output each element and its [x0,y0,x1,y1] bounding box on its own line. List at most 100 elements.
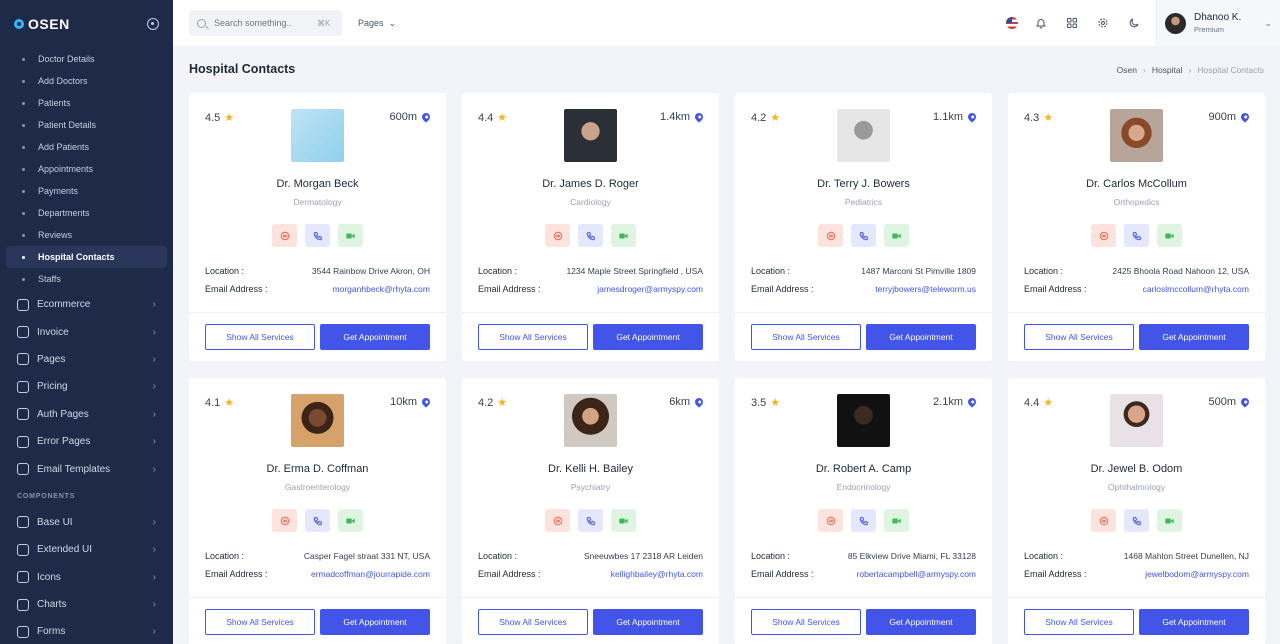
sidebar-item-icons[interactable]: Icons › [0,564,173,591]
sidebar-item-email-templates[interactable]: Email Templates › [0,455,173,482]
get-appointment-button[interactable]: Get Appointment [866,324,976,350]
message-button[interactable] [272,224,297,247]
show-all-services-button[interactable]: Show All Services [1024,324,1134,350]
sidebar-item-charts[interactable]: Charts › [0,591,173,618]
get-appointment-button[interactable]: Get Appointment [866,609,976,635]
sidebar-subitem-appointments[interactable]: Appointments [6,158,167,180]
sidebar-item-pricing[interactable]: Pricing › [0,373,173,400]
sidebar-subitem-hospital-contacts[interactable]: Hospital Contacts [6,246,167,268]
user-menu[interactable]: Dhanoo K. Premium ⌄ [1156,0,1280,46]
user-role: Premium [1194,25,1225,34]
call-button[interactable] [1124,224,1149,247]
star-icon: ★ [1043,397,1054,409]
video-call-button[interactable] [611,224,636,247]
show-all-services-button[interactable]: Show All Services [478,324,588,350]
message-button[interactable] [545,509,570,532]
rating-value: 4.4 [478,111,494,124]
email-link[interactable]: robertacampbell@armyspy.com [857,569,976,579]
get-appointment-button[interactable]: Get Appointment [1139,324,1249,350]
message-button[interactable] [272,509,297,532]
sidebar-item-base-ui[interactable]: Base UI › [0,509,173,536]
show-all-services-button[interactable]: Show All Services [478,609,588,635]
video-call-button[interactable] [1157,224,1182,247]
sidebar-toggle-icon[interactable] [147,18,159,30]
pages-dropdown[interactable]: Pages ⌄ [358,18,396,29]
call-button[interactable] [1124,509,1149,532]
sidebar-subitem-add-patients[interactable]: Add Patients [6,136,167,158]
distance-value: 2.1km [933,396,963,408]
sidebar-subitem-staffs[interactable]: Staffs [6,268,167,290]
call-button[interactable] [305,509,330,532]
video-call-button[interactable] [338,224,363,247]
show-all-services-button[interactable]: Show All Services [205,324,315,350]
apps-grid-icon[interactable] [1063,15,1080,32]
get-appointment-button[interactable]: Get Appointment [1139,609,1249,635]
show-all-services-button[interactable]: Show All Services [751,609,861,635]
sidebar-item-extended-ui[interactable]: Extended UI › [0,536,173,563]
video-call-button[interactable] [611,509,636,532]
chevron-right-icon: › [152,299,156,311]
sidebar-item-invoice[interactable]: Invoice › [0,318,173,345]
breadcrumb-item-hospital[interactable]: Hospital [1152,65,1183,75]
chevron-right-icon: › [152,516,156,528]
breadcrumb-item-osen[interactable]: Osen [1117,65,1137,75]
video-call-button[interactable] [1157,509,1182,532]
call-button[interactable] [851,509,876,532]
sidebar-subitem-doctor-details[interactable]: Doctor Details [6,48,167,70]
sidebar-subitem-departments[interactable]: Departments [6,202,167,224]
message-button[interactable] [545,224,570,247]
email-link[interactable]: jewelbodom@armyspy.com [1145,569,1249,579]
sidebar-subitem-reviews[interactable]: Reviews [6,224,167,246]
logo[interactable]: OSEN [14,16,70,32]
search-input[interactable] [214,18,309,28]
get-appointment-button[interactable]: Get Appointment [320,609,430,635]
sidebar-item-ecommerce[interactable]: Ecommerce › [0,291,173,318]
sidebar-subitem-label: Patients [38,98,71,108]
video-call-button[interactable] [338,509,363,532]
sidebar-subitem-payments[interactable]: Payments [6,180,167,202]
show-all-services-button[interactable]: Show All Services [1024,609,1134,635]
get-appointment-button[interactable]: Get Appointment [593,609,703,635]
chevron-right-icon: › [152,599,156,611]
call-button[interactable] [578,509,603,532]
email-link[interactable]: ermadcoffman@jourrapide.com [311,569,430,579]
distance: 500m [1208,396,1251,408]
video-call-button[interactable] [884,224,909,247]
bell-icon[interactable] [1032,15,1049,32]
us-flag-icon[interactable] [1006,17,1018,29]
sidebar-item-forms[interactable]: Forms › [0,618,173,644]
message-button[interactable] [1091,509,1116,532]
email-link[interactable]: carloslmccollum@rhyta.com [1143,284,1249,294]
distance-value: 10km [390,396,417,408]
extended-ui-icon [17,543,29,556]
email-link[interactable]: kellighbailey@rhyta.com [611,569,703,579]
show-all-services-button[interactable]: Show All Services [205,609,315,635]
sidebar-subitem-patients[interactable]: Patients [6,92,167,114]
email-link[interactable]: terryjbowers@teleworm.us [875,284,976,294]
moon-icon[interactable] [1125,15,1142,32]
email-link[interactable]: morganhbeck@rhyta.com [333,284,430,294]
sidebar-item-auth-pages[interactable]: Auth Pages › [0,401,173,428]
message-button[interactable] [818,509,843,532]
call-button[interactable] [578,224,603,247]
message-button[interactable] [818,224,843,247]
gear-icon[interactable] [1094,15,1111,32]
search-box[interactable]: ⌘K [189,10,342,36]
sidebar-subitem-add-doctors[interactable]: Add Doctors [6,70,167,92]
get-appointment-button[interactable]: Get Appointment [593,324,703,350]
get-appointment-button[interactable]: Get Appointment [320,324,430,350]
sidebar-item-error-pages[interactable]: Error Pages › [0,428,173,455]
sidebar-item-label: Charts [37,599,67,611]
card-divider [189,597,446,598]
call-button[interactable] [851,224,876,247]
show-all-services-button[interactable]: Show All Services [751,324,861,350]
sidebar-subitem-label: Doctor Details [38,54,95,64]
video-call-button[interactable] [884,509,909,532]
sidebar-item-pages[interactable]: Pages › [0,346,173,373]
sidebar-subitem-patient-details[interactable]: Patient Details [6,114,167,136]
sidebar-subitem-label: Hospital Contacts [38,252,115,262]
message-button[interactable] [1091,224,1116,247]
email-link[interactable]: jamesdroger@armyspy.com [597,284,703,294]
doctor-photo [564,109,617,162]
call-button[interactable] [305,224,330,247]
